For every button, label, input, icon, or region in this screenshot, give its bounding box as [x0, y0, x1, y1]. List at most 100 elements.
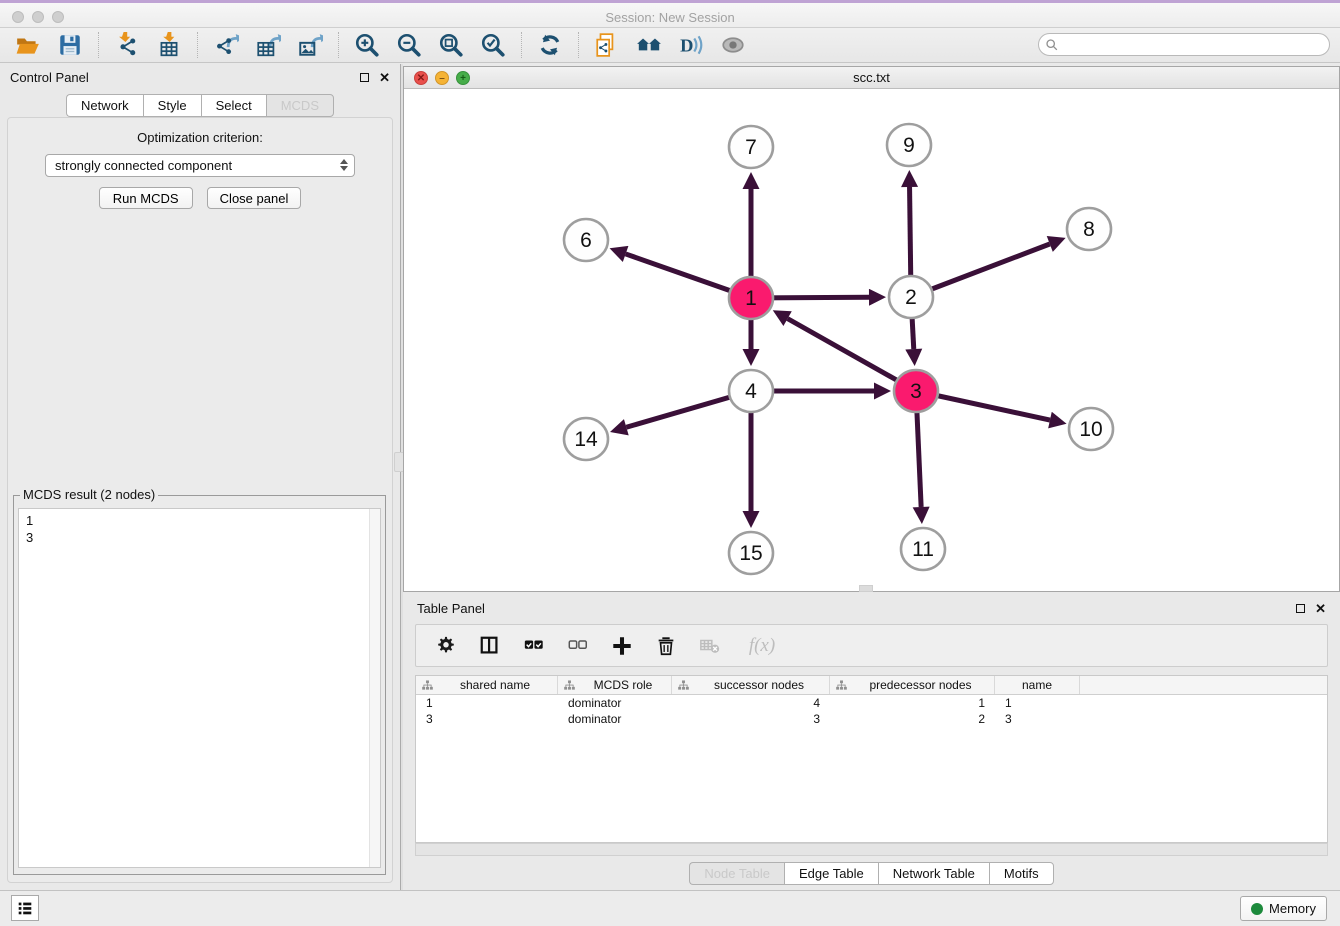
column-header-predecessor-nodes[interactable]: predecessor nodes: [830, 676, 995, 694]
graph-node-3[interactable]: 3: [894, 370, 938, 412]
select-all-icon[interactable]: [522, 634, 546, 658]
graph-node-2[interactable]: 2: [889, 276, 933, 318]
float-table-panel-icon[interactable]: [1296, 604, 1305, 613]
tab-edge-table[interactable]: Edge Table: [784, 862, 878, 885]
deselect-all-icon[interactable]: [566, 634, 590, 658]
table-cell[interactable]: 1: [995, 695, 1080, 711]
network-close-button[interactable]: ✕: [414, 71, 428, 85]
tab-style[interactable]: Style: [143, 94, 201, 117]
hide-labels-icon[interactable]: D: [677, 31, 705, 59]
mcds-result-group: MCDS result (2 nodes) 13: [13, 495, 386, 875]
optimization-dropdown[interactable]: strongly connected component: [45, 154, 355, 177]
graph-node-6[interactable]: 6: [564, 219, 608, 261]
export-table-icon[interactable]: [254, 31, 282, 59]
tab-select[interactable]: Select: [201, 94, 266, 117]
node-label: 10: [1079, 418, 1102, 441]
graph-node-11[interactable]: 11: [901, 528, 945, 570]
table-row[interactable]: 1dominator411: [416, 695, 1327, 711]
close-table-panel-icon[interactable]: ✕: [1315, 604, 1326, 613]
search-box[interactable]: [1038, 33, 1330, 56]
column-type-icon: [564, 680, 575, 691]
memory-button[interactable]: Memory: [1240, 896, 1327, 921]
node-table[interactable]: shared nameMCDS rolesuccessor nodesprede…: [415, 675, 1328, 843]
first-neighbors-icon[interactable]: [635, 31, 663, 59]
network-minimize-button[interactable]: –: [435, 71, 449, 85]
save-session-icon[interactable]: [56, 31, 84, 59]
task-history-button[interactable]: [11, 895, 39, 921]
add-row-icon[interactable]: [610, 634, 634, 658]
column-header-name[interactable]: name: [995, 676, 1080, 694]
zoom-selected-icon[interactable]: [479, 31, 507, 59]
show-view-icon[interactable]: [719, 31, 747, 59]
table-tabs: Node TableEdge TableNetwork TableMotifs: [403, 862, 1340, 885]
zoom-in-icon[interactable]: [353, 31, 381, 59]
run-mcds-button[interactable]: Run MCDS: [99, 187, 193, 209]
tab-mcds[interactable]: MCDS: [266, 94, 334, 117]
import-network-icon[interactable]: [113, 31, 141, 59]
table-cell[interactable]: dominator: [558, 711, 672, 727]
mcds-result-scrollbar[interactable]: [369, 509, 380, 867]
column-type-icon: [836, 680, 847, 691]
function-builder-icon: f(x): [742, 634, 782, 658]
table-cell[interactable]: 3: [672, 711, 830, 727]
graph-node-1[interactable]: 1: [729, 277, 773, 319]
table-cell[interactable]: 2: [830, 711, 995, 727]
main-toolbar: D: [0, 28, 1340, 63]
open-file-icon[interactable]: [14, 31, 42, 59]
table-cell[interactable]: 1: [830, 695, 995, 711]
network-scroll-thumb[interactable]: [859, 585, 873, 592]
table-cell[interactable]: dominator: [558, 695, 672, 711]
delete-row-icon[interactable]: [654, 634, 678, 658]
node-label: 15: [739, 542, 762, 565]
zoom-out-icon[interactable]: [395, 31, 423, 59]
column-header-successor-nodes[interactable]: successor nodes: [672, 676, 830, 694]
list-icon: [16, 899, 34, 917]
table-cell[interactable]: 3: [995, 711, 1080, 727]
table-cell[interactable]: 1: [416, 695, 558, 711]
export-network-icon[interactable]: [212, 31, 240, 59]
graph-node-15[interactable]: 15: [729, 532, 773, 574]
table-row[interactable]: 3dominator323: [416, 711, 1327, 727]
table-cell[interactable]: 3: [416, 711, 558, 727]
columns-icon[interactable]: [478, 634, 502, 658]
dropdown-stepper-icon: [340, 159, 348, 171]
graph-node-4[interactable]: 4: [729, 370, 773, 412]
tab-node-table[interactable]: Node Table: [689, 862, 784, 885]
mcds-result-textarea[interactable]: 13: [18, 508, 381, 868]
column-header-MCDS-role[interactable]: MCDS role: [558, 676, 672, 694]
network-graph[interactable]: 7 9 6 8 1 2 4 3 14 10 15 11: [404, 89, 1339, 591]
tab-network-table[interactable]: Network Table: [878, 862, 989, 885]
tab-motifs[interactable]: Motifs: [989, 862, 1054, 885]
close-panel-icon[interactable]: ✕: [379, 73, 390, 82]
table-toolbar: f(x): [415, 624, 1328, 667]
graph-node-10[interactable]: 10: [1069, 408, 1113, 450]
memory-label: Memory: [1269, 901, 1316, 916]
tab-network[interactable]: Network: [66, 94, 143, 117]
float-panel-icon[interactable]: [360, 73, 369, 82]
refresh-layout-icon[interactable]: [536, 31, 564, 59]
clone-network-icon[interactable]: [593, 31, 621, 59]
network-zoom-button[interactable]: +: [456, 71, 470, 85]
node-label: 2: [905, 286, 917, 309]
graph-node-7[interactable]: 7: [729, 126, 773, 168]
graph-node-8[interactable]: 8: [1067, 208, 1111, 250]
export-image-icon[interactable]: [296, 31, 324, 59]
graph-node-14[interactable]: 14: [564, 418, 608, 460]
optimization-dropdown-value: strongly connected component: [55, 158, 232, 173]
memory-status-icon: [1251, 903, 1263, 915]
graph-node-9[interactable]: 9: [887, 124, 931, 166]
column-type-icon: [422, 680, 433, 691]
window-title: Session: New Session: [0, 10, 1340, 25]
column-header-shared-name[interactable]: shared name: [416, 676, 558, 694]
import-table-icon[interactable]: [155, 31, 183, 59]
search-input[interactable]: [1059, 36, 1329, 54]
control-panel: Control Panel ✕ NetworkStyleSelectMCDS O…: [0, 64, 400, 890]
table-cell[interactable]: 4: [672, 695, 830, 711]
control-panel-tabs: NetworkStyleSelectMCDS: [0, 94, 400, 117]
node-label: 9: [903, 134, 915, 157]
table-hscrollbar[interactable]: [415, 843, 1328, 856]
node-label: 7: [745, 136, 757, 159]
close-panel-button[interactable]: Close panel: [207, 187, 302, 209]
zoom-fit-icon[interactable]: [437, 31, 465, 59]
gear-icon[interactable]: [434, 634, 458, 658]
